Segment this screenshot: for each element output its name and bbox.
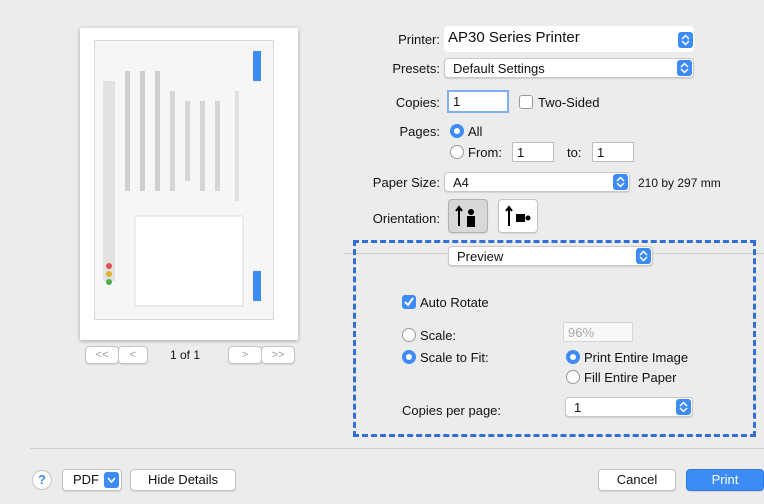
scale-radio[interactable] — [402, 328, 416, 342]
previous-page-button[interactable]: < — [118, 346, 148, 364]
page-indicator: 1 of 1 — [170, 348, 201, 362]
scale-input[interactable]: 96% — [563, 322, 633, 342]
copies-per-page-select[interactable]: 1 — [565, 397, 693, 417]
pages-all-radio[interactable] — [450, 124, 464, 138]
footer-divider — [30, 448, 764, 449]
pages-label: Pages: — [399, 124, 440, 139]
printer-value: AP30 Series Printer — [448, 29, 580, 46]
chevron-updown-icon — [613, 174, 628, 190]
next-page-button[interactable]: > — [228, 346, 262, 364]
paper-dimensions: 210 by 297 mm — [638, 176, 721, 190]
preview-thumbnail-graphic — [95, 41, 273, 319]
copies-input[interactable]: 1 — [447, 90, 509, 113]
pages-from-input[interactable]: 1 — [512, 142, 554, 162]
checkmark-icon — [404, 297, 414, 307]
portrait-orientation-button[interactable] — [448, 199, 488, 233]
landscape-orientation-button[interactable] — [498, 199, 538, 233]
presets-select[interactable]: Default Settings — [444, 58, 694, 78]
print-button[interactable]: Print — [686, 469, 764, 491]
pages-from-radio[interactable] — [450, 145, 464, 159]
landscape-person-icon — [505, 205, 531, 226]
printer-label: Printer: — [398, 32, 440, 47]
first-page-button[interactable]: << — [85, 346, 119, 364]
portrait-person-icon — [455, 205, 475, 227]
two-sided-checkbox[interactable] — [519, 95, 533, 109]
hide-details-button[interactable]: Hide Details — [130, 469, 236, 491]
pages-from-label: From: — [468, 145, 502, 160]
print-entire-image-radio[interactable] — [566, 350, 580, 364]
last-page-button[interactable]: >> — [261, 346, 295, 364]
chevron-updown-icon — [678, 32, 693, 48]
chevron-updown-icon — [636, 248, 651, 264]
help-icon: ? — [38, 472, 46, 487]
presets-value: Default Settings — [453, 61, 545, 76]
section-value: Preview — [457, 249, 504, 264]
cancel-button[interactable]: Cancel — [598, 469, 676, 491]
paper-size-select[interactable]: A4 — [444, 172, 630, 192]
paper-size-value: A4 — [453, 175, 469, 190]
scale-to-fit-label: Scale to Fit: — [420, 350, 489, 365]
paper-size-label: Paper Size: — [372, 175, 440, 190]
copies-per-page-label: Copies per page: — [402, 403, 502, 418]
auto-rotate-label: Auto Rotate — [420, 295, 489, 310]
fill-entire-paper-label: Fill Entire Paper — [584, 370, 677, 385]
pdf-menu-button[interactable]: PDF — [62, 469, 122, 491]
pages-to-input[interactable]: 1 — [592, 142, 634, 162]
section-select[interactable]: Preview — [448, 246, 653, 266]
chevron-updown-icon — [677, 60, 692, 76]
preview-thumbnail-image — [94, 40, 274, 320]
chevron-updown-icon — [676, 399, 691, 415]
pages-all-label: All — [468, 124, 483, 139]
fill-entire-paper-radio[interactable] — [566, 370, 580, 384]
help-button[interactable]: ? — [32, 470, 52, 490]
two-sided-label: Two-Sided — [538, 95, 600, 110]
chevron-down-icon — [104, 472, 119, 488]
printer-select[interactable]: AP30 Series Printer — [444, 26, 694, 52]
auto-rotate-checkbox[interactable] — [402, 295, 416, 309]
presets-label: Presets: — [392, 61, 440, 76]
scale-to-fit-radio[interactable] — [402, 350, 416, 364]
copies-per-page-value: 1 — [574, 400, 582, 415]
print-entire-image-label: Print Entire Image — [584, 350, 689, 365]
copies-label: Copies: — [395, 95, 440, 110]
pages-to-label: to: — [567, 145, 582, 160]
scale-label: Scale: — [420, 328, 457, 343]
orientation-label: Orientation: — [372, 211, 440, 226]
pdf-label: PDF — [73, 472, 99, 487]
